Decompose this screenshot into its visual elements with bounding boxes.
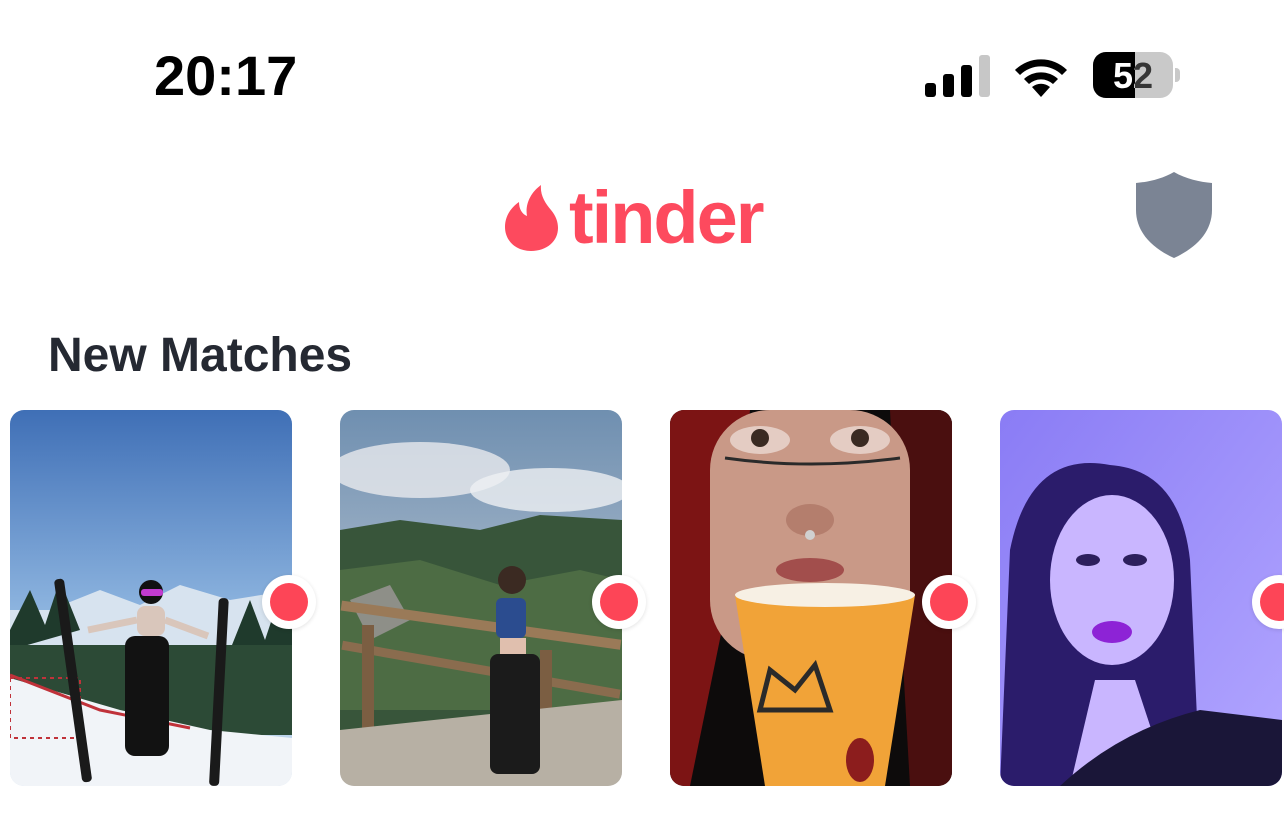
flame-icon bbox=[505, 185, 558, 251]
match-card[interactable] bbox=[340, 410, 622, 786]
wifi-icon bbox=[1015, 59, 1067, 97]
match-card[interactable] bbox=[10, 410, 292, 786]
match-photo bbox=[1000, 410, 1282, 786]
match-photo bbox=[10, 410, 292, 786]
brand-name: tinder bbox=[569, 176, 765, 259]
new-matches-title: New Matches bbox=[48, 329, 353, 382]
match-card[interactable] bbox=[670, 410, 952, 786]
match-card[interactable] bbox=[1000, 410, 1282, 786]
tinder-logo: tinder bbox=[503, 176, 765, 259]
safety-shield-button[interactable] bbox=[1134, 170, 1214, 260]
cellular-signal-icon bbox=[925, 55, 990, 97]
new-matches-carousel[interactable] bbox=[0, 410, 1284, 790]
screen: 20:17 52 tinder New Matches bbox=[0, 0, 1284, 813]
status-time: 20:17 bbox=[154, 44, 298, 107]
new-match-indicator bbox=[922, 575, 976, 629]
shield-icon bbox=[1136, 172, 1212, 258]
new-match-indicator bbox=[592, 575, 646, 629]
match-photo bbox=[670, 410, 952, 786]
match-photo bbox=[340, 410, 622, 786]
battery-icon: 52 bbox=[1093, 52, 1180, 98]
new-match-indicator bbox=[262, 575, 316, 629]
battery-level: 52 bbox=[1112, 55, 1154, 96]
